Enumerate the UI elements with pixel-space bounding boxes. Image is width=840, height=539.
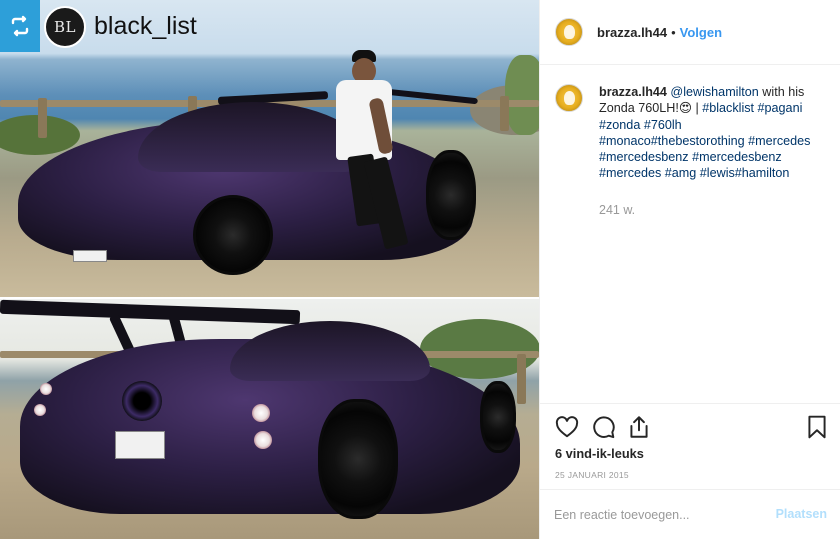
hashtag-link[interactable]: #mercedesbenz #mercedesbenz — [599, 150, 782, 164]
heart-eyes-emoji: 😍 — [678, 101, 692, 116]
hashtag-link[interactable]: #blacklist #pagani — [702, 101, 802, 115]
caption-comment: brazza.lh44 @lewishamilton with his Zond… — [555, 84, 827, 218]
avatar[interactable] — [555, 84, 583, 112]
comment-input[interactable] — [554, 504, 764, 526]
caption-timestamp[interactable]: 241 w. — [599, 202, 827, 218]
person — [330, 50, 420, 255]
watermark-brand-name: black_list — [94, 12, 197, 40]
instagram-post: BL black_list brazza.lh44 • Volgen brazz… — [0, 0, 840, 539]
header-separator: • — [671, 24, 676, 40]
blacklist-logo: BL — [44, 6, 86, 48]
heart-icon[interactable] — [554, 414, 580, 440]
caption-divider: | — [691, 101, 703, 116]
follow-button[interactable]: Volgen — [680, 25, 722, 40]
tree — [505, 55, 539, 135]
likes-count[interactable]: 6 vind-ik-leuks — [555, 446, 644, 461]
action-bar — [554, 414, 829, 440]
post-header: brazza.lh44 • Volgen — [540, 0, 840, 65]
post-image[interactable]: BL black_list — [0, 0, 539, 539]
comment-icon[interactable] — [590, 414, 616, 440]
repost-badge — [0, 0, 40, 52]
repost-icon — [11, 15, 29, 37]
photo-top-panel — [0, 0, 539, 297]
hashtag-link[interactable]: #zonda #760lh — [599, 118, 682, 132]
header-username[interactable]: brazza.lh44 — [597, 25, 667, 40]
share-icon[interactable] — [626, 414, 652, 440]
post-date[interactable]: 25 JANUARI 2015 — [555, 470, 629, 480]
fence-post — [500, 96, 509, 131]
bookmark-icon[interactable] — [804, 414, 830, 440]
caption-username[interactable]: brazza.lh44 — [599, 85, 667, 99]
add-comment-bar: Plaatsen — [540, 489, 840, 539]
avatar[interactable] — [555, 18, 583, 46]
actions-section: 6 vind-ik-leuks 25 JANUARI 2015 — [540, 403, 840, 489]
hashtag-link[interactable]: #monaco#thebestorothing #mercedes — [599, 134, 810, 148]
car-rear-view — [0, 299, 520, 539]
caption-text: brazza.lh44 @lewishamilton with his Zond… — [599, 84, 827, 218]
post-sidebar: brazza.lh44 • Volgen brazza.lh44 @lewish… — [539, 0, 840, 539]
hashtag-link[interactable]: #mercedes #amg #lewis#hamilton — [599, 166, 789, 180]
photo-bottom-panel — [0, 299, 539, 539]
mention-link[interactable]: @lewishamilton — [670, 85, 758, 99]
post-comment-button[interactable]: Plaatsen — [776, 507, 827, 521]
